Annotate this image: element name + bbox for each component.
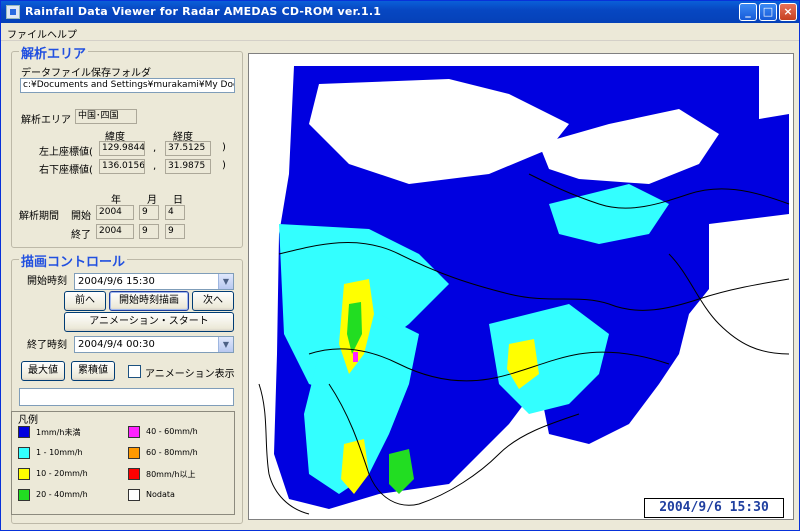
upper-left-lon-field: 37.5125	[165, 141, 211, 156]
area-label: 解析エリア	[21, 115, 71, 126]
legend-label: 40 - 60mm/h	[146, 427, 198, 436]
year-header: 年	[111, 195, 121, 206]
draw-start-time-button[interactable]: 開始時刻描画	[109, 291, 189, 311]
title-bar[interactable]: Rainfall Data Viewer for Radar AMEDAS CD…	[1, 1, 799, 23]
end-time-value: 2004/9/4 00:30	[78, 339, 155, 350]
day-header: 日	[173, 195, 183, 206]
legend-swatch	[18, 447, 30, 459]
radar-map[interactable]: 2004/9/6 15:30	[248, 53, 794, 520]
analysis-area-title: 解析エリア	[19, 43, 89, 62]
lower-right-label: 右下座標値(	[39, 165, 93, 176]
start-year-field: 2004	[96, 205, 134, 220]
rainfall-map-canvas	[258, 66, 790, 515]
progress-bar	[19, 388, 234, 406]
app-icon	[6, 5, 20, 19]
animation-checkbox[interactable]	[128, 365, 141, 378]
folder-field[interactable]: c:¥Documents and Settings¥murakami¥My Do…	[20, 78, 235, 93]
folder-label: データファイル保存フォルダ	[21, 68, 151, 79]
next-button[interactable]: 次へ	[192, 291, 234, 311]
close-button[interactable]: ×	[779, 3, 797, 21]
app-window: Rainfall Data Viewer for Radar AMEDAS CD…	[0, 0, 800, 531]
legend-swatch	[128, 489, 140, 501]
legend-swatch	[18, 468, 30, 480]
legend-swatch	[18, 426, 30, 438]
no-rain-area	[709, 214, 789, 394]
legend-label: Nodata	[146, 490, 175, 499]
menu-file[interactable]: ファイル	[7, 26, 47, 41]
start-label: 開始	[71, 211, 91, 222]
end-time-label: 終了時刻	[27, 340, 67, 351]
chevron-down-icon[interactable]: ▼	[218, 337, 233, 352]
start-day-field: 4	[165, 205, 185, 220]
lower-right-lat-field: 136.0156	[99, 159, 145, 174]
maximize-button[interactable]: □	[759, 3, 777, 21]
legend-label: 1 - 10mm/h	[36, 448, 83, 457]
animation-checkbox-label: アニメーション表示	[145, 369, 235, 380]
window-title: Rainfall Data Viewer for Radar AMEDAS CD…	[25, 5, 382, 18]
start-time-label: 開始時刻	[27, 276, 67, 287]
legend-label: 80mm/h以上	[146, 470, 196, 479]
end-year-field: 2004	[96, 224, 134, 239]
period-label: 解析期間	[19, 211, 59, 222]
legend-label: 10 - 20mm/h	[36, 469, 88, 478]
end-time-select[interactable]: 2004/9/4 00:30 ▼	[74, 336, 234, 353]
area-field: 中国･四国	[75, 109, 137, 124]
close-paren: )	[222, 160, 226, 171]
legend-label: 1mm/h未満	[36, 428, 81, 437]
menu-help[interactable]: ヘルプ	[47, 26, 77, 41]
chevron-down-icon[interactable]: ▼	[218, 274, 233, 289]
legend-box: 凡例 1mm/h未満 1 - 10mm/h 10 - 20mm/h 20 - 40mm…	[11, 411, 235, 515]
close-paren: )	[222, 142, 226, 153]
draw-control-title: 描画コントロール	[19, 251, 128, 270]
end-label: 終了	[71, 230, 91, 241]
comma: ,	[153, 143, 157, 154]
menu-bar: ファイル ヘルプ	[1, 23, 799, 41]
max-value-button[interactable]: 最大値	[21, 361, 65, 381]
legend-label: 60 - 80mm/h	[146, 448, 198, 457]
legend-swatch	[18, 489, 30, 501]
upper-left-label: 左上座標値(	[39, 147, 93, 158]
minimize-button[interactable]: _	[739, 3, 757, 21]
animation-start-button[interactable]: アニメーション・スタート	[64, 312, 234, 332]
upper-left-lat-field: 129.9844	[99, 141, 145, 156]
cumulative-value-button[interactable]: 累積値	[71, 361, 115, 381]
start-month-field: 9	[139, 205, 159, 220]
prev-button[interactable]: 前へ	[64, 291, 106, 311]
legend-swatch	[128, 426, 140, 438]
start-time-value: 2004/9/6 15:30	[78, 276, 155, 287]
rain-area-magenta	[353, 352, 358, 362]
legend-swatch	[128, 468, 140, 480]
lower-right-lon-field: 31.9875	[165, 159, 211, 174]
legend-label: 20 - 40mm/h	[36, 490, 88, 499]
legend-title: 凡例	[18, 415, 38, 426]
map-timestamp: 2004/9/6 15:30	[644, 498, 784, 518]
start-time-select[interactable]: 2004/9/6 15:30 ▼	[74, 273, 234, 290]
end-day-field: 9	[165, 224, 185, 239]
month-header: 月	[147, 195, 157, 206]
comma: ,	[153, 161, 157, 172]
end-month-field: 9	[139, 224, 159, 239]
legend-swatch	[128, 447, 140, 459]
